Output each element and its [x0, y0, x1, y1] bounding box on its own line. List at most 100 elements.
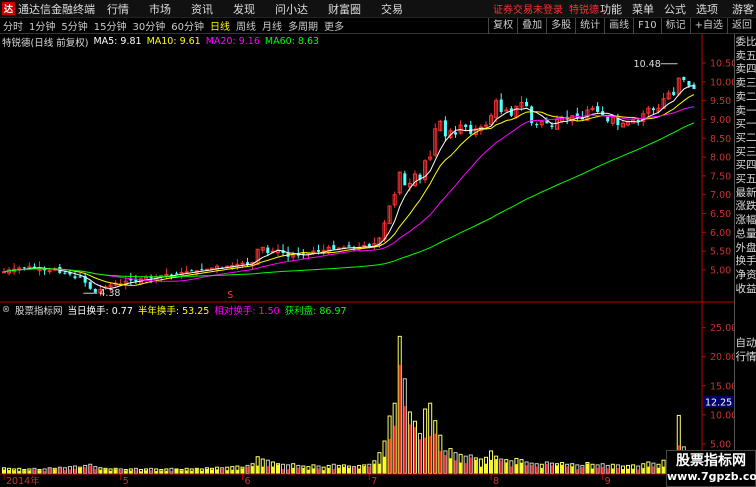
menu-market[interactable]: 市场	[149, 1, 171, 17]
menu-news[interactable]: 资讯	[191, 1, 213, 17]
sidebar-tab[interactable]: 委比	[735, 36, 756, 49]
candle-body	[403, 173, 407, 186]
volume-bar-fill	[68, 469, 71, 473]
volume-bar-fill	[200, 470, 203, 473]
sidebar-tab[interactable]: 外盘	[735, 242, 756, 255]
toolbar-button[interactable]: 复权	[488, 18, 517, 34]
menu-function[interactable]: 功能	[600, 1, 622, 17]
volume-bar-fill	[378, 463, 381, 473]
menu-discover[interactable]: 发现	[233, 1, 255, 17]
volume-bar-fill	[74, 468, 77, 473]
sidebar-tab[interactable]: 最新	[735, 187, 756, 200]
sidebar-tab[interactable]: 总量	[735, 228, 756, 241]
volume-bar-fill	[271, 466, 274, 473]
volume-bar-fill	[581, 466, 584, 473]
guest-user[interactable]: 游客	[732, 1, 754, 17]
toolbar-button[interactable]: F10	[633, 18, 660, 34]
period-tab[interactable]: 多周期	[285, 18, 321, 33]
toolbar-button[interactable]: 画线	[604, 18, 633, 34]
stock-chart[interactable]: 10.50 10.00 9.50 9.00 8.50 8.00 7.50 7.00 6.50 6.…	[0, 34, 734, 487]
volume-bar-fill	[221, 468, 224, 473]
sidebar-tab[interactable]: 买五	[735, 173, 756, 186]
volume-bar-fill	[43, 471, 46, 473]
period-tab[interactable]: 5分钟	[58, 18, 90, 33]
volume-bar-fill	[241, 468, 244, 473]
volume-bar-fill	[236, 469, 239, 473]
volume-bar-fill	[566, 466, 569, 473]
candle-body	[651, 108, 655, 111]
period-tab[interactable]: 日线	[207, 18, 233, 33]
sidebar-tab[interactable]: 涨幅	[735, 214, 756, 227]
sidebar-tab[interactable]: 买二	[735, 132, 756, 145]
period-tab[interactable]: 15分钟	[91, 18, 130, 33]
volume-bar-fill	[586, 463, 589, 473]
volume-bar-fill	[276, 464, 279, 473]
sidebar-tab[interactable]: 卖四	[735, 63, 756, 76]
menu-formula[interactable]: 公式	[664, 1, 686, 17]
toolbar-button[interactable]: +自选	[689, 18, 727, 34]
volume-bar-fill	[38, 470, 41, 473]
sidebar-tab[interactable]: 卖五	[735, 50, 756, 63]
volume-bar-fill	[434, 433, 437, 473]
toolbar-button[interactable]: 叠加	[517, 18, 546, 34]
login-notice[interactable]: 证券交易未登录	[493, 1, 563, 16]
chart-tools: 复权 叠加 多股 统计 画线 F10 标记 +自选 返回	[488, 18, 756, 34]
period-tab[interactable]: 分时	[0, 18, 26, 33]
volume-tick-label: 20.00	[710, 352, 734, 363]
toolbar-button[interactable]: 返回	[727, 18, 756, 34]
menu-bar: 达 通达信金融终端 行情 市场 资讯 发现 问小达 财富圈 交易 证券交易未登录…	[0, 0, 756, 18]
menu-wealth[interactable]: 财富圈	[328, 1, 361, 17]
period-tab[interactable]: 60分钟	[168, 18, 207, 33]
period-tab[interactable]: 1分钟	[26, 18, 58, 33]
sidebar-tab[interactable]: 卖一	[735, 105, 756, 118]
price-tick-label: 7.00	[710, 190, 731, 201]
price-tick-label: 5.50	[710, 247, 731, 258]
period-tab[interactable]: 更多	[321, 18, 347, 33]
volume-bar-fill	[160, 470, 163, 473]
sidebar-tab[interactable]: 涨跌	[735, 200, 756, 213]
toolbar-button[interactable]: 标记	[660, 18, 690, 34]
candle-body	[332, 245, 336, 250]
volume-bar-fill	[353, 467, 356, 473]
candle-body	[672, 91, 676, 96]
candle-body	[184, 271, 189, 274]
sidebar-tab[interactable]: 卖二	[735, 91, 756, 104]
sidebar-auto-tab[interactable]: 行情	[735, 351, 756, 364]
volume-bar-fill	[205, 468, 208, 473]
volume-bar-fill	[332, 468, 335, 473]
menu-quotes[interactable]: 行情	[107, 1, 129, 17]
sidebar-tab[interactable]: 买三	[735, 146, 756, 159]
volume-bar-fill	[119, 470, 122, 473]
menu-options[interactable]: 选项	[696, 1, 718, 17]
sidebar-tab[interactable]: 净资	[735, 269, 756, 282]
period-tab[interactable]: 30分钟	[129, 18, 168, 33]
volume-bar-fill	[474, 459, 477, 473]
candle-body	[88, 282, 92, 289]
menu-ask[interactable]: 问小达	[275, 1, 308, 17]
volume-bar-fill	[170, 470, 173, 473]
volume-bar-fill	[540, 467, 543, 473]
volume-bar-fill	[129, 470, 132, 473]
sidebar-tab[interactable]: 买四	[735, 159, 756, 172]
period-tab[interactable]: 周线	[233, 18, 259, 33]
sidebar-tab[interactable]: 卖三	[735, 77, 756, 90]
volume-bar-fill	[226, 470, 229, 473]
volume-bar-fill	[464, 463, 467, 473]
candle-body	[240, 262, 245, 265]
candle-body	[93, 288, 97, 293]
sidebar-tab[interactable]: 买一	[735, 118, 756, 131]
period-tab[interactable]: 月线	[259, 18, 285, 33]
menu-menu[interactable]: 菜单	[632, 1, 654, 17]
sidebar-auto-tab[interactable]: 自动	[735, 337, 756, 350]
volume-bar-fill	[216, 469, 219, 473]
menu-trade[interactable]: 交易	[381, 1, 403, 17]
volume-bar-fill	[657, 467, 660, 473]
volume-bar-fill	[632, 468, 635, 473]
volume-bar-fill	[327, 467, 330, 473]
toolbar-button[interactable]: 统计	[575, 18, 604, 34]
sidebar-tab[interactable]: 收益	[735, 283, 756, 296]
sidebar-tab[interactable]: 换手	[735, 255, 756, 268]
volume-bar-fill	[591, 468, 594, 473]
toolbar-button[interactable]: 多股	[546, 18, 575, 34]
candle-body	[606, 116, 610, 122]
